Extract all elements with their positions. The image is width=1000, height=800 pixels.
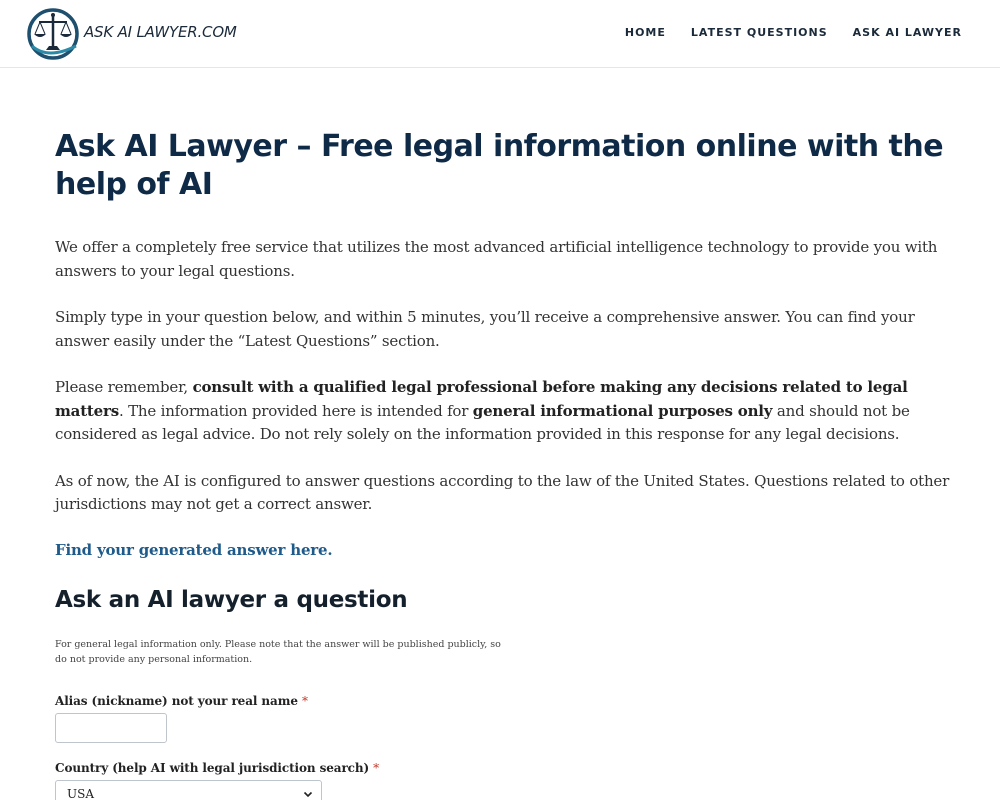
scales-of-justice-logo-icon [27, 8, 79, 60]
required-mark: * [373, 760, 380, 775]
site-header: ASK AI LAWYER.COM HOME LATEST QUESTIONS … [0, 0, 1000, 68]
disclaimer-text-c: . The information provided here is inten… [118, 401, 473, 420]
alias-label-text: Alias (nickname) not your real name [55, 693, 298, 708]
chevron-down-icon [303, 791, 313, 797]
jurisdiction-paragraph: As of now, the AI is configured to answe… [55, 471, 950, 514]
disclaimer-bold-general: general informational purposes only [472, 401, 773, 420]
find-answer-link[interactable]: Find your generated answer here. [55, 541, 333, 559]
nav-home[interactable]: HOME [625, 26, 666, 39]
country-selected-value: USA [67, 786, 94, 800]
country-select[interactable]: USA [55, 779, 322, 800]
country-label: Country (help AI with legal jurisdiction… [55, 761, 955, 775]
instructions-paragraph: Simply type in your question below, and … [55, 308, 915, 350]
alias-input[interactable] [55, 712, 167, 743]
disclaimer-paragraph: Please remember, consult with a qualifie… [55, 376, 955, 447]
required-mark: * [301, 693, 308, 708]
country-label-text: Country (help AI with legal jurisdiction… [55, 760, 370, 775]
nav-ask-ai-lawyer[interactable]: ASK AI LAWYER [853, 26, 962, 39]
intro-paragraph: We offer a completely free service that … [55, 238, 938, 280]
site-logo[interactable]: ASK AI LAWYER.COM [26, 6, 237, 62]
form-title: Ask an AI lawyer a question [55, 586, 408, 613]
nav-latest-questions[interactable]: LATEST QUESTIONS [691, 26, 828, 39]
disclaimer-text-a: Please remember, [55, 378, 193, 396]
site-name: ASK AI LAWYER.COM [84, 23, 237, 41]
main-content: Ask AI Lawyer – Free legal information o… [55, 128, 955, 800]
form-note: For general legal information only. Plea… [55, 638, 501, 666]
alias-label: Alias (nickname) not your real name * [55, 694, 955, 708]
page-title: Ask AI Lawyer – Free legal information o… [55, 129, 944, 202]
main-nav: HOME LATEST QUESTIONS ASK AI LAWYER [625, 26, 962, 39]
